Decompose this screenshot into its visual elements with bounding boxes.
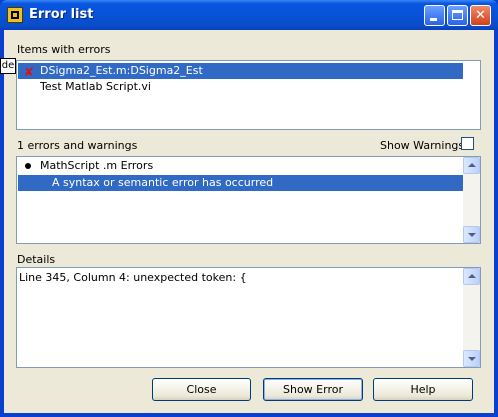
details-label: Details (17, 253, 56, 266)
list-item-selected[interactable]: ✘ DSigma2_Est.m:DSigma2_Est (18, 63, 463, 79)
minimize-icon (430, 18, 437, 21)
details-text: Line 345, Column 4: unexpected token: { (19, 271, 247, 284)
show-warnings-label: Show Warnings (380, 139, 465, 152)
close-icon: ✕ (475, 8, 486, 23)
list-item[interactable]: MathScript .m Errors (18, 158, 463, 174)
list-item[interactable]: Test Matlab Script.vi (18, 79, 463, 95)
title-bar[interactable]: Error list ✕ (0, 0, 498, 30)
window-title: Error list (29, 7, 94, 22)
items-with-errors-list[interactable]: ✘ DSigma2_Est.m:DSigma2_Est Test Matlab … (16, 60, 481, 130)
items-with-errors-label: Items with errors (17, 43, 111, 56)
minimize-button[interactable] (424, 5, 445, 26)
scroll-down-button[interactable] (463, 226, 480, 243)
errors-list-scrollbar[interactable] (463, 157, 480, 243)
show-warnings-checkbox[interactable] (461, 137, 474, 150)
close-button[interactable]: Close (152, 378, 251, 401)
tooltip-fragment: de (0, 58, 16, 74)
list-item-selected[interactable]: A syntax or semantic error has occurred (18, 175, 463, 191)
scroll-up-button[interactable] (463, 157, 480, 174)
help-button[interactable]: Help (373, 378, 473, 401)
error-list-window: Error list ✕ Items with errors ✘ DSigma2… (0, 0, 498, 417)
errors-count-label: 1 errors and warnings (17, 139, 138, 152)
maximize-icon (452, 10, 463, 20)
show-error-button[interactable]: Show Error (263, 378, 363, 401)
list-item-label: DSigma2_Est.m:DSigma2_Est (40, 64, 203, 77)
list-item-label: Test Matlab Script.vi (40, 80, 151, 93)
chevron-up-icon (468, 274, 476, 278)
chevron-down-icon (468, 233, 476, 237)
errors-warnings-list[interactable]: MathScript .m Errors A syntax or semanti… (16, 156, 481, 244)
chevron-up-icon (468, 163, 476, 167)
chevron-down-icon (468, 357, 476, 361)
dialog-body: Items with errors ✘ DSigma2_Est.m:DSigma… (4, 30, 494, 413)
details-textbox[interactable]: Line 345, Column 4: unexpected token: { (16, 267, 481, 368)
error-x-icon: ✘ (24, 65, 35, 79)
maximize-button[interactable] (447, 5, 468, 26)
scroll-up-button[interactable] (463, 268, 480, 285)
list-item-label: A syntax or semantic error has occurred (52, 176, 274, 189)
scroll-down-button[interactable] (463, 350, 480, 367)
list-item-label: MathScript .m Errors (40, 159, 154, 172)
close-window-button[interactable]: ✕ (470, 5, 491, 26)
labview-app-icon (7, 7, 23, 23)
details-scrollbar[interactable] (463, 268, 480, 367)
bullet-icon (25, 163, 31, 169)
